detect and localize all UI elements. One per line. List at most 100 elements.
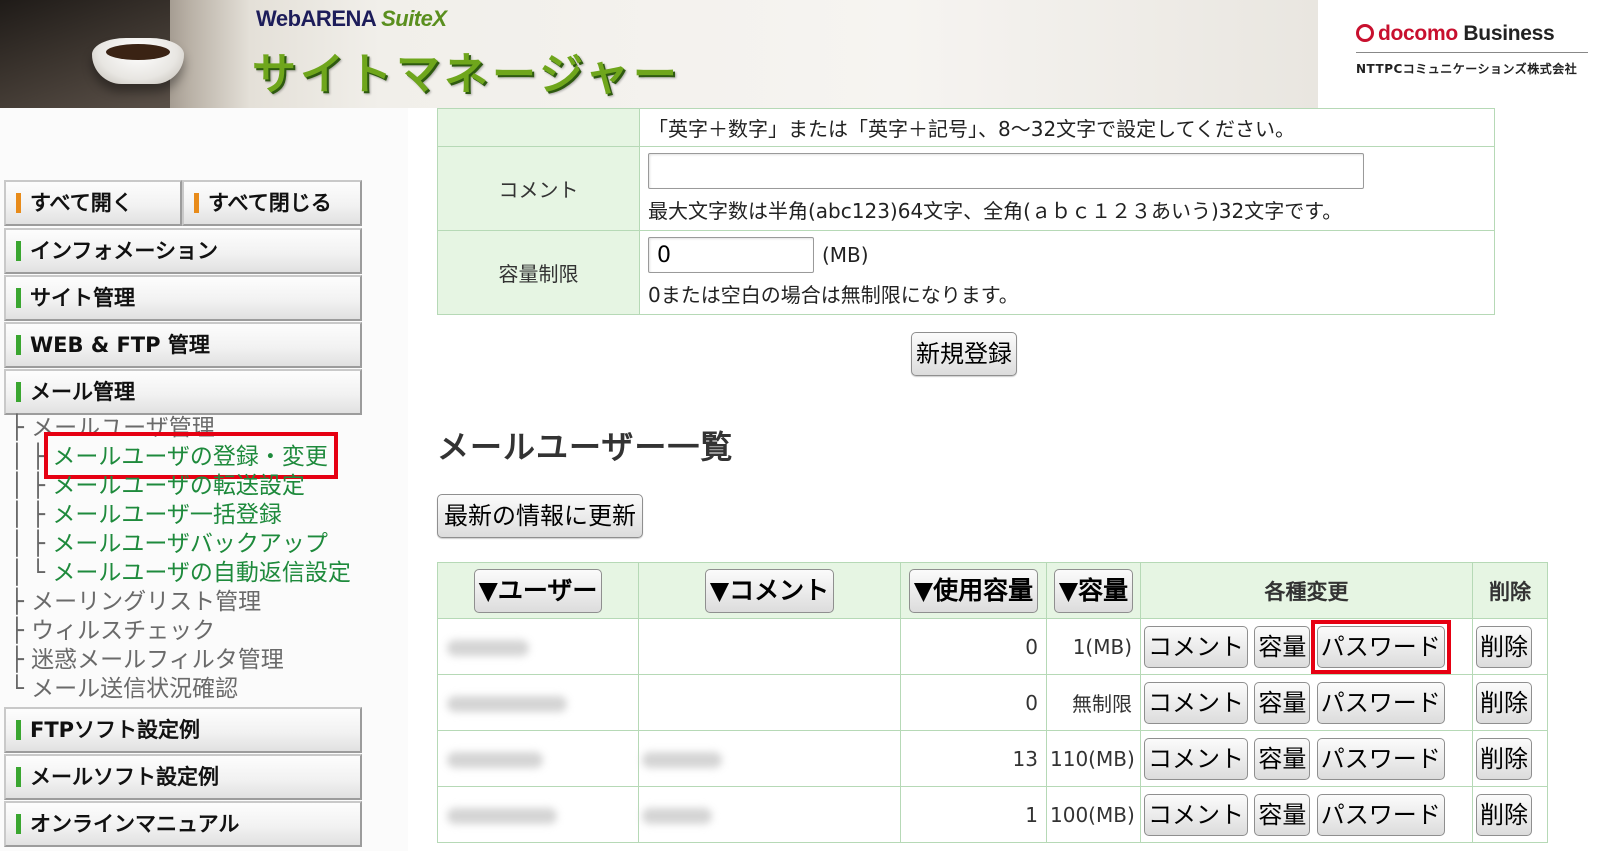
tree-branch-glyph: ├ [10, 647, 24, 673]
password-label-cell [437, 108, 640, 147]
change-quota-button[interactable]: 容量 [1254, 737, 1311, 780]
tree-branch-glyph: │ ├ [10, 444, 46, 470]
sort-quota-button[interactable]: ▼容量 [1053, 568, 1134, 613]
comment-cell [638, 786, 901, 843]
tree-item-bulk[interactable]: │ ├ メールユーザ一括登録 [10, 501, 282, 529]
password-row: 「英字＋数字」または「英字＋記号」、8～32文字で設定してください。 [437, 108, 1495, 147]
tree-label: ウィルスチェック [31, 618, 216, 644]
tree-branch-glyph: │ ├ [10, 502, 46, 528]
sort-user-button[interactable]: ▼ユーザー [473, 568, 603, 613]
change-quota-button[interactable]: 容量 [1254, 625, 1311, 668]
redacted-comment [642, 752, 722, 768]
expand-all-button[interactable]: すべて開く [4, 180, 182, 226]
header-delete: 削除 [1472, 562, 1548, 619]
tree-link-bulk[interactable]: メールユーザ一括登録 [52, 502, 282, 528]
quota-cell: (MB) 0または空白の場合は無制限になります。 [639, 230, 1495, 315]
quota-row: 容量制限 (MB) 0または空白の場合は無制限になります。 [437, 230, 1495, 315]
change-comment-button[interactable]: コメント [1144, 625, 1248, 668]
sidebar-item-mail-admin[interactable]: メール管理 [4, 369, 362, 415]
sidebar-item-information[interactable]: インフォメーション [4, 228, 362, 274]
change-comment-button[interactable]: コメント [1144, 793, 1248, 836]
tree-link-forward[interactable]: メールユーザの転送設定 [52, 473, 305, 499]
quota-cell: 100(MB) [1046, 786, 1141, 843]
tree-label: 迷惑メールフィルタ管理 [31, 647, 284, 673]
header-banner: WebARENA SuiteX サイトマネージャー [0, 0, 1318, 108]
quota-cell: 1(MB) [1046, 618, 1141, 675]
sidebar-item-web-ftp[interactable]: WEB & FTP 管理 [4, 322, 362, 368]
tree-item-autoreply[interactable]: │ └ メールユーザの自動返信設定 [10, 559, 351, 587]
table-row: 1 100(MB) コメント 容量 パスワード 削除 [437, 786, 1548, 843]
logo-divider [1356, 52, 1588, 53]
sort-usage-button[interactable]: ▼使用容量 [908, 568, 1039, 613]
usage-cell: 1 [900, 786, 1047, 843]
refresh-button[interactable]: 最新の情報に更新 [437, 494, 643, 538]
usage-cell: 0 [900, 618, 1047, 675]
password-button-highlight: パスワード [1310, 619, 1451, 674]
tree-branch-glyph: └ [10, 676, 24, 702]
quota-cell: 無制限 [1046, 674, 1141, 731]
comment-hint: 最大文字数は半角(abc123)64文字、全角(ａｂｃ１２３あいう)32文字です… [648, 199, 1343, 223]
comment-cell: 最大文字数は半角(abc123)64文字、全角(ａｂｃ１２３あいう)32文字です… [639, 146, 1495, 231]
tree-label: メーリングリスト管理 [31, 589, 262, 615]
tree-item-virus[interactable]: ├ ウィルスチェック [10, 617, 215, 645]
redacted-username [447, 808, 557, 824]
change-comment-button[interactable]: コメント [1144, 681, 1248, 724]
page-header: WebARENA SuiteX サイトマネージャー docomo Busines… [0, 0, 1624, 108]
sidebar-item-ftp-soft[interactable]: FTPソフト設定例 [4, 707, 362, 753]
user-list: ▼ユーザー ▼コメント ▼使用容量 ▼容量 各種変更 削除 0 1(MB) コメ… [437, 562, 1624, 851]
user-cell [437, 730, 639, 787]
change-password-button[interactable]: パスワード [1316, 625, 1445, 668]
password-hint: 「英字＋数字」または「英字＋記号」、8～32文字で設定してください。 [648, 117, 1295, 141]
table-row: 13 110(MB) コメント 容量 パスワード 削除 [437, 730, 1548, 787]
tree-link-autoreply[interactable]: メールユーザの自動返信設定 [52, 560, 351, 586]
brand-logo: WebARENA SuiteX [256, 6, 447, 32]
quota-label: 容量制限 [437, 230, 640, 315]
delete-button[interactable]: 削除 [1476, 737, 1532, 780]
change-quota-button[interactable]: 容量 [1254, 793, 1311, 836]
delete-button[interactable]: 削除 [1476, 681, 1532, 724]
comment-label: コメント [437, 146, 640, 231]
changes-cell: コメント 容量 パスワード [1140, 618, 1473, 675]
change-password-button[interactable]: パスワード [1316, 681, 1445, 724]
tree-item-mailing-list[interactable]: ├ メーリングリスト管理 [10, 588, 261, 616]
change-comment-button[interactable]: コメント [1144, 737, 1248, 780]
comment-row: コメント 最大文字数は半角(abc123)64文字、全角(ａｂｃ１２３あいう)3… [437, 146, 1495, 231]
delete-cell: 削除 [1472, 786, 1548, 843]
sidebar-item-site-admin[interactable]: サイト管理 [4, 275, 362, 321]
delete-cell: 削除 [1472, 730, 1548, 787]
site-title: サイトマネージャー [252, 49, 681, 100]
register-button[interactable]: 新規登録 [911, 332, 1017, 376]
change-quota-button[interactable]: 容量 [1254, 681, 1311, 724]
sidebar-item-online-manual[interactable]: オンラインマニュアル [4, 801, 362, 847]
quota-unit: (MB) [822, 243, 869, 267]
tree-branch-glyph: ├ [10, 415, 24, 441]
comment-input[interactable] [648, 153, 1364, 189]
tree-link-backup[interactable]: メールユーザバックアップ [52, 531, 328, 557]
change-password-button[interactable]: パスワード [1316, 793, 1445, 836]
tree-item-spam[interactable]: ├ 迷惑メールフィルタ管理 [10, 646, 284, 674]
tree-item-forward[interactable]: │ ├ メールユーザの転送設定 [10, 472, 305, 500]
tree-branch-glyph: ├ [10, 589, 24, 615]
user-cell [437, 674, 639, 731]
quota-input[interactable] [648, 237, 814, 273]
user-cell [437, 618, 639, 675]
delete-button[interactable]: 削除 [1476, 625, 1532, 668]
collapse-all-button[interactable]: すべて閉じる [182, 180, 362, 226]
tree-item-backup[interactable]: │ ├ メールユーザバックアップ [10, 530, 328, 558]
changes-cell: コメント 容量 パスワード [1140, 786, 1473, 843]
docomo-wordmark: docomo [1378, 22, 1458, 45]
change-password-button[interactable]: パスワード [1316, 737, 1445, 780]
sort-comment-button[interactable]: ▼コメント [704, 568, 835, 613]
sidebar-item-mail-soft[interactable]: メールソフト設定例 [4, 754, 362, 800]
usage-cell: 0 [900, 674, 1047, 731]
redacted-username [447, 752, 543, 768]
comment-cell [638, 730, 901, 787]
redacted-comment [642, 808, 712, 824]
company-logo: docomo Business NTTPCコミュニケーションズ株式会社 [1318, 0, 1624, 108]
header-changes: 各種変更 [1140, 562, 1473, 619]
delete-button[interactable]: 削除 [1476, 793, 1532, 836]
tree-branch-glyph: ├ [10, 618, 24, 644]
changes-cell: コメント 容量 パスワード [1140, 730, 1473, 787]
brand-suite: SuiteX [381, 6, 447, 31]
tree-item-send-status[interactable]: └ メール送信状況確認 [10, 675, 238, 703]
